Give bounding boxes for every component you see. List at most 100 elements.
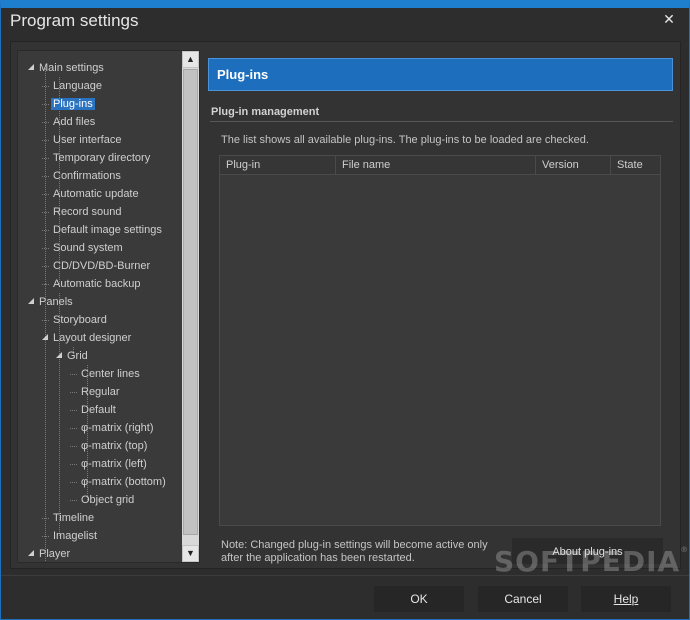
tree-connector (42, 104, 49, 105)
tree-connector (70, 446, 77, 447)
tree-item-label: Grid (67, 350, 88, 362)
section-divider (210, 121, 673, 122)
tree-item-label: φ-matrix (right) (81, 422, 154, 434)
settings-tree: Main settings Language Plug-ins Add files Us… (17, 50, 200, 563)
tree-item[interactable]: CD/DVD/BD-Burner (42, 258, 152, 274)
tree-item[interactable]: Regular (70, 384, 122, 400)
about-plugins-button[interactable]: About plug-ins (512, 538, 663, 564)
ok-button[interactable]: OK (374, 586, 464, 612)
tree-item[interactable]: Default (70, 402, 118, 418)
collapse-triangle-icon[interactable] (28, 550, 35, 557)
scroll-up-arrow-icon[interactable]: ▲ (182, 51, 199, 68)
tree-item-label: Imagelist (53, 530, 98, 542)
tree-connector (70, 464, 77, 465)
tree-connector (42, 158, 49, 159)
tree-item[interactable]: Imagelist (42, 528, 99, 544)
collapse-triangle-icon[interactable] (42, 334, 49, 341)
tree-item-label: Storyboard (53, 314, 107, 326)
tree-item-label: Confirmations (53, 170, 121, 182)
plugin-description: The list shows all available plug-ins. T… (221, 134, 589, 146)
tree-item[interactable]: Temporary directory (42, 150, 152, 166)
scrollbar-thumb[interactable] (183, 69, 198, 535)
tree-connector (70, 374, 77, 375)
tree-item[interactable]: Player (28, 546, 72, 562)
section-title: Plug-in management (211, 106, 320, 118)
tree-item-label: Default image settings (53, 224, 162, 236)
tree-item[interactable]: φ-matrix (left) (70, 456, 149, 472)
tree-item[interactable]: Panels (28, 294, 75, 310)
panel-header: Plug-ins (208, 58, 673, 91)
cancel-button-label: Cancel (504, 592, 542, 606)
tree-item[interactable]: Language (42, 78, 104, 94)
title-bar: Program settings ✕ (1, 8, 689, 40)
tree-item[interactable]: Add files (42, 114, 97, 130)
collapse-triangle-icon[interactable] (28, 298, 35, 305)
tree-item[interactable]: Main settings (28, 60, 106, 76)
column-header-state[interactable]: State (611, 156, 660, 175)
tree-item[interactable]: Plug-ins (42, 96, 95, 112)
tree-item-label: Main settings (39, 62, 104, 74)
plugin-list[interactable]: Plug-in File name Version State (219, 155, 661, 526)
tree-item-label: User interface (53, 134, 122, 146)
tree-connector (70, 410, 77, 411)
tree-item[interactable]: Automatic backup (42, 276, 142, 292)
tree-item[interactable]: Automatic update (42, 186, 141, 202)
tree-connector (42, 536, 49, 537)
tree-item[interactable]: φ-matrix (top) (70, 438, 149, 454)
tree-connector (42, 266, 49, 267)
help-button[interactable]: Help (581, 586, 671, 612)
close-icon[interactable]: ✕ (661, 11, 677, 27)
tree-item-label: Center lines (81, 368, 140, 380)
tree-item-label: Plug-ins (51, 98, 95, 110)
column-header-plugin[interactable]: Plug-in (220, 156, 336, 175)
collapse-triangle-icon[interactable] (56, 352, 63, 359)
tree-item-label: CD/DVD/BD-Burner (53, 260, 151, 272)
tree-item[interactable]: Confirmations (42, 168, 123, 184)
tree-item-label: Player (39, 548, 71, 560)
tree-item[interactable]: Storyboard (42, 312, 109, 328)
tree-item[interactable]: Object grid (70, 492, 136, 508)
tree-connector (45, 284, 46, 562)
tree-item[interactable]: Sound system (42, 240, 125, 256)
tree-connector (42, 320, 49, 321)
footer-divider (1, 575, 689, 576)
cancel-button[interactable]: Cancel (478, 586, 568, 612)
restart-note: Note: Changed plug-in settings will beco… (221, 539, 488, 564)
tree-content: Main settings Language Plug-ins Add files Us… (18, 51, 183, 562)
tree-item[interactable]: Center lines (70, 366, 142, 382)
tree-item-label: φ-matrix (bottom) (81, 476, 166, 488)
tree-connector (42, 194, 49, 195)
tree-connector (70, 482, 77, 483)
tree-scrollbar[interactable]: ▲ ▼ (182, 51, 199, 562)
tree-connector (70, 500, 77, 501)
tree-item-label: Language (53, 80, 102, 92)
program-settings-window: Program settings ✕ Main settings Language… (0, 0, 690, 620)
tree-item-label: Sound system (53, 242, 123, 254)
column-header-version[interactable]: Version (536, 156, 611, 175)
tree-item[interactable]: φ-matrix (bottom) (70, 474, 168, 490)
tree-connector (42, 86, 49, 87)
tree-connector (70, 428, 77, 429)
tree-item-label: φ-matrix (left) (81, 458, 147, 470)
tree-item-label: Layout designer (53, 332, 132, 344)
ok-button-label: OK (410, 592, 428, 606)
tree-item[interactable]: Timeline (42, 510, 96, 526)
tree-item-label: Automatic update (53, 188, 139, 200)
tree-item-label: φ-matrix (top) (81, 440, 148, 452)
tree-item-label: Timeline (53, 512, 95, 524)
tree-item-label: Temporary directory (53, 152, 151, 164)
tree-item[interactable]: Grid (56, 348, 90, 364)
tree-item[interactable]: φ-matrix (right) (70, 420, 156, 436)
settings-client-area: Main settings Language Plug-ins Add files Us… (10, 41, 688, 578)
help-button-label: Help (613, 592, 639, 606)
column-header-file-name[interactable]: File name (336, 156, 536, 175)
tree-connector (42, 248, 49, 249)
tree-item-label: Object grid (81, 494, 135, 506)
scroll-down-arrow-icon[interactable]: ▼ (182, 545, 199, 562)
tree-item-label: Automatic backup (53, 278, 141, 290)
collapse-triangle-icon[interactable] (28, 64, 35, 71)
tree-item[interactable]: Layout designer (42, 330, 133, 346)
tree-item[interactable]: Record sound (42, 204, 124, 220)
tree-item[interactable]: Default image settings (42, 222, 164, 238)
tree-item[interactable]: User interface (42, 132, 123, 148)
